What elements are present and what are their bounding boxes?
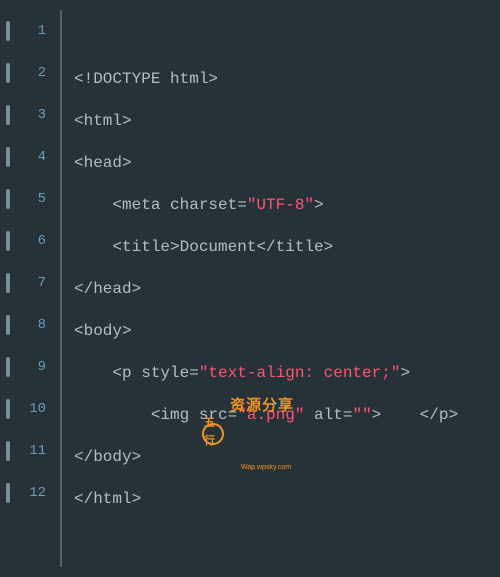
img-close: > </p> — [372, 406, 458, 424]
line-number: 3 — [38, 104, 46, 126]
title-close: </title> — [256, 238, 333, 256]
body-open-tag: <body> — [74, 322, 132, 340]
gutter-line: 11 — [0, 430, 60, 472]
gutter-line: 6 — [0, 220, 60, 262]
meta-charset-value: "UTF-8" — [247, 196, 314, 214]
line-number: 7 — [38, 272, 46, 294]
gutter-line: 8 — [0, 304, 60, 346]
doctype-tag: <!DOCTYPE html> — [74, 70, 218, 88]
fold-mark-icon — [6, 189, 10, 209]
line-number: 1 — [38, 20, 46, 42]
fold-mark-icon — [6, 441, 10, 461]
line-number: 8 — [38, 314, 46, 336]
fold-mark-icon — [6, 273, 10, 293]
fold-mark-icon — [6, 105, 10, 125]
gutter-line: 3 — [0, 94, 60, 136]
img-alt-value: "" — [352, 406, 371, 424]
head-close-tag: </head> — [74, 280, 141, 298]
body-close-tag: </body> — [74, 448, 141, 466]
line-number-gutter: 1 2 3 4 5 6 7 8 9 10 11 12 — [0, 0, 60, 577]
line-number: 12 — [29, 482, 46, 504]
code-editor[interactable]: <!DOCTYPE html> <html> <head> <meta char… — [62, 0, 500, 577]
gutter-line: 9 — [0, 346, 60, 388]
p-open: <p style= — [74, 364, 199, 382]
fold-mark-icon — [6, 147, 10, 167]
meta-tag-close: > — [314, 196, 324, 214]
fold-mark-icon — [6, 483, 10, 503]
img-src-value: "a.png" — [237, 406, 304, 424]
fold-mark-icon — [6, 231, 10, 251]
gutter-line: 12 — [0, 472, 60, 514]
html-open-tag: <html> — [74, 112, 132, 130]
fold-mark-icon — [6, 399, 10, 419]
line-number: 2 — [38, 62, 46, 84]
html-close-tag: </html> — [74, 490, 141, 508]
line-number: 5 — [38, 188, 46, 210]
fold-mark-icon — [6, 315, 10, 335]
gutter-line: 4 — [0, 136, 60, 178]
p-style-value: "text-align: center;" — [199, 364, 401, 382]
gutter-line: 10 — [0, 388, 60, 430]
img-open: <img src= — [74, 406, 237, 424]
fold-mark-icon — [6, 21, 10, 41]
fold-mark-icon — [6, 63, 10, 83]
p-close-bracket: > — [400, 364, 410, 382]
title-text: Document — [180, 238, 257, 256]
head-open-tag: <head> — [74, 154, 132, 172]
fold-mark-icon — [6, 357, 10, 377]
line-number: 4 — [38, 146, 46, 168]
meta-tag-open: <meta charset= — [74, 196, 247, 214]
gutter-line: 2 — [0, 52, 60, 94]
code-content[interactable]: <!DOCTYPE html> <html> <head> <meta char… — [74, 58, 492, 520]
title-open: <title> — [74, 238, 180, 256]
gutter-line: 5 — [0, 178, 60, 220]
line-number: 9 — [38, 356, 46, 378]
line-number: 11 — [29, 440, 46, 462]
gutter-line: 1 — [0, 10, 60, 52]
line-number: 6 — [38, 230, 46, 252]
gutter-line: 7 — [0, 262, 60, 304]
line-number: 10 — [29, 398, 46, 420]
img-alt-attr: alt= — [304, 406, 352, 424]
